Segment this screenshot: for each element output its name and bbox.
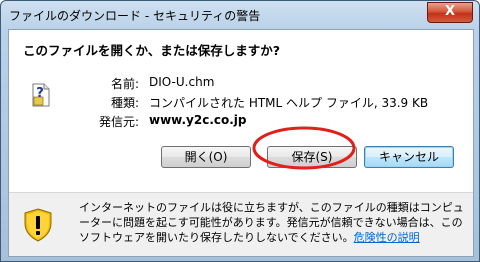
warning-shield-icon	[24, 208, 52, 242]
open-button[interactable]: 開く(O)	[161, 146, 251, 168]
window-title: ファイルのダウンロード - セキュリティの警告	[9, 9, 261, 23]
file-name-value: DIO-U.chm	[149, 75, 215, 89]
close-button[interactable]: X	[427, 2, 473, 23]
file-type-label: 種類:	[110, 96, 139, 110]
annotation-ellipse	[252, 126, 356, 170]
cancel-button[interactable]: キャンセル	[364, 146, 454, 168]
file-type-value: コンパイルされた HTML ヘルプ ファイル, 33.9 KB	[149, 96, 429, 110]
security-warning-text: インターネットのファイルは役に立ちますが、このファイルの種類はコンピューターに問…	[79, 200, 467, 245]
download-dialog-window: ファイルのダウンロード - セキュリティの警告 X このファイルを開くか、または…	[0, 0, 480, 262]
file-source-value: www.y2c.co.jp	[149, 113, 247, 127]
title-bar[interactable]: ファイルのダウンロード - セキュリティの警告 X	[1, 1, 479, 29]
dialog-content: このファイルを開くか、または保存しますか? ? 名前: DIO-U.chm 種類…	[8, 29, 474, 257]
file-type-row: 種類: コンパイルされた HTML ヘルプ ファイル, 33.9 KB	[9, 94, 473, 110]
risk-explanation-link[interactable]: 危険性の説明	[354, 231, 420, 244]
dialog-heading: このファイルを開くか、または保存しますか?	[23, 43, 281, 58]
file-source-label: 発信元:	[98, 115, 139, 129]
file-source-row: 発信元: www.y2c.co.jp	[9, 113, 473, 129]
file-name-label: 名前:	[110, 77, 139, 91]
file-name-row: 名前: DIO-U.chm	[9, 75, 473, 91]
